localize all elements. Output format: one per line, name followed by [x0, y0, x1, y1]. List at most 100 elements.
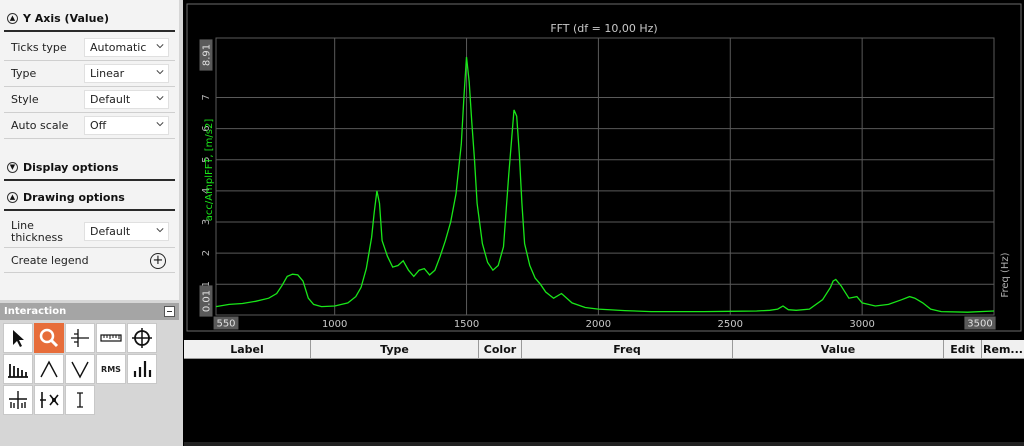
peak-up-icon [40, 360, 58, 378]
auto-scale-row: Auto scale Off [4, 113, 175, 139]
crosshair-tool-button[interactable] [127, 323, 157, 353]
auto-scale-select[interactable]: Off [84, 116, 169, 135]
col-header-label[interactable]: Label [184, 340, 311, 359]
peak-down-tool-button[interactable] [65, 354, 95, 384]
type-label: Type [11, 66, 37, 80]
pointer-icon [13, 330, 24, 347]
bar-cursor-icon [133, 361, 152, 377]
peak-down-icon [71, 361, 89, 379]
type-value: Linear [90, 67, 125, 80]
y-max-label: 8.91 [199, 39, 213, 71]
col-header-color[interactable]: Color [479, 340, 522, 359]
left-panel: ▲ Y Axis (Value) Ticks type Automatic Ty… [0, 0, 183, 446]
col-header-type[interactable]: Type [311, 340, 479, 359]
plot-area-border [215, 37, 995, 316]
x-min-label: 550 [213, 316, 239, 330]
display-options-title: Display options [23, 160, 119, 174]
cursor-icon [71, 329, 89, 347]
style-value: Default [90, 93, 131, 106]
x-axis-label: Freq (Hz) [1000, 252, 1011, 297]
minimize-button[interactable] [164, 306, 175, 317]
x-min-label-text: 550 [216, 319, 235, 330]
split-tool-button[interactable] [34, 385, 64, 415]
rms-tool-button[interactable]: RMS [96, 354, 126, 384]
y-tick-label: 7 [201, 94, 212, 100]
x-max-label: 3500 [964, 316, 996, 330]
interaction-header: Interaction [0, 303, 179, 320]
collapse-chevron-icon: ▲ [7, 12, 18, 24]
col-header-remove[interactable]: Rem... [982, 340, 1024, 359]
split-icon [40, 392, 59, 408]
line-thickness-value: Default [90, 225, 131, 238]
harmonic-tool-button[interactable] [3, 354, 33, 384]
col-header-value[interactable]: Value [733, 340, 944, 359]
interaction-title: Interaction [4, 306, 67, 317]
pointer-tool-button[interactable] [3, 323, 33, 353]
style-select[interactable]: Default [84, 90, 169, 109]
display-options-header[interactable]: ▼ Display options [4, 155, 175, 181]
line-thickness-label: Line thickness [11, 218, 63, 244]
ruler-tool-button[interactable] [96, 323, 126, 353]
col-header-freq[interactable]: Freq [522, 340, 733, 359]
chevron-down-icon [156, 70, 164, 75]
interaction-toolbar: RMS [0, 320, 179, 446]
auto-scale-value: Off [90, 119, 107, 132]
chevron-down-icon [156, 44, 164, 49]
line-thickness-row: Line thickness Default [4, 216, 175, 248]
y-axis-section-title: Y Axis (Value) [23, 11, 110, 25]
crosshair-icon [132, 328, 152, 348]
ticks-type-select[interactable]: Automatic [84, 38, 169, 57]
range-labels: 550 3500 8.91 0.01 [199, 39, 996, 330]
chevron-down-icon [156, 228, 164, 233]
chart-canvas[interactable]: FFT (df = 10,00 Hz) 1234567 1000 1500 2000… [184, 0, 1024, 335]
zoom-tool-button[interactable] [34, 323, 64, 353]
type-select[interactable]: Linear [84, 64, 169, 83]
y-axis-label: acc/AmplFFT, [m/s2] [204, 119, 215, 222]
rms-icon: RMS [101, 364, 121, 374]
col-header-edit[interactable]: Edit [944, 340, 982, 359]
text-cursor-tool-button[interactable] [65, 385, 95, 415]
y-axis-section-header[interactable]: ▲ Y Axis (Value) [4, 6, 175, 32]
style-row: Style Default [4, 87, 175, 113]
cursor-tool-button[interactable] [65, 323, 95, 353]
y-min-label-text: 0.01 [202, 290, 213, 312]
table-header: Label Type Color Freq Value Edit Rem... [184, 340, 1024, 359]
type-row: Type Linear [4, 61, 175, 87]
collapse-chevron-icon: ▼ [7, 161, 18, 173]
auto-scale-label: Auto scale [11, 118, 69, 132]
drawing-options-title: Drawing options [23, 190, 125, 204]
x-tick-label: 1000 [322, 319, 347, 330]
properties-panel: ▲ Y Axis (Value) Ticks type Automatic Ty… [0, 0, 179, 300]
add-legend-button[interactable]: + [150, 252, 166, 269]
x-tick-label: 2500 [718, 319, 743, 330]
ticks-type-value: Automatic [90, 41, 147, 54]
horizontal-scrollbar[interactable] [184, 442, 1024, 446]
x-tick-label: 2000 [586, 319, 611, 330]
text-cursor-icon [77, 392, 83, 408]
chart-grid [215, 37, 995, 316]
cursor-table: Label Type Color Freq Value Edit Rem... [184, 340, 1024, 446]
drawing-options-header[interactable]: ▲ Drawing options [4, 185, 175, 211]
zoom-icon [39, 328, 59, 348]
peak-up-tool-button[interactable] [34, 354, 64, 384]
chevron-down-icon [156, 122, 164, 127]
create-legend-row: Create legend + [4, 249, 175, 273]
x-max-label-text: 3500 [967, 319, 992, 330]
bar-cursor-tool-button[interactable] [127, 354, 157, 384]
fft-trace-line [215, 56, 995, 313]
x-tick-label: 3000 [849, 319, 874, 330]
chart-title: FFT (df = 10,00 Hz) [550, 22, 657, 35]
y-tick-label: 2 [201, 250, 212, 256]
create-legend-label: Create legend [11, 253, 89, 267]
fft-chart[interactable]: FFT (df = 10,00 Hz) 1234567 1000 1500 2000… [184, 0, 1024, 335]
band-icon [9, 391, 27, 409]
ticks-type-label: Ticks type [11, 40, 67, 54]
band-tool-button[interactable] [3, 385, 33, 415]
ticks-type-row: Ticks type Automatic [4, 35, 175, 61]
style-label: Style [11, 92, 39, 106]
y-min-label: 0.01 [199, 285, 213, 317]
harmonic-icon [8, 364, 28, 378]
line-thickness-select[interactable]: Default [84, 222, 169, 241]
collapse-chevron-icon: ▲ [7, 191, 18, 203]
chart-frame [186, 3, 1022, 332]
